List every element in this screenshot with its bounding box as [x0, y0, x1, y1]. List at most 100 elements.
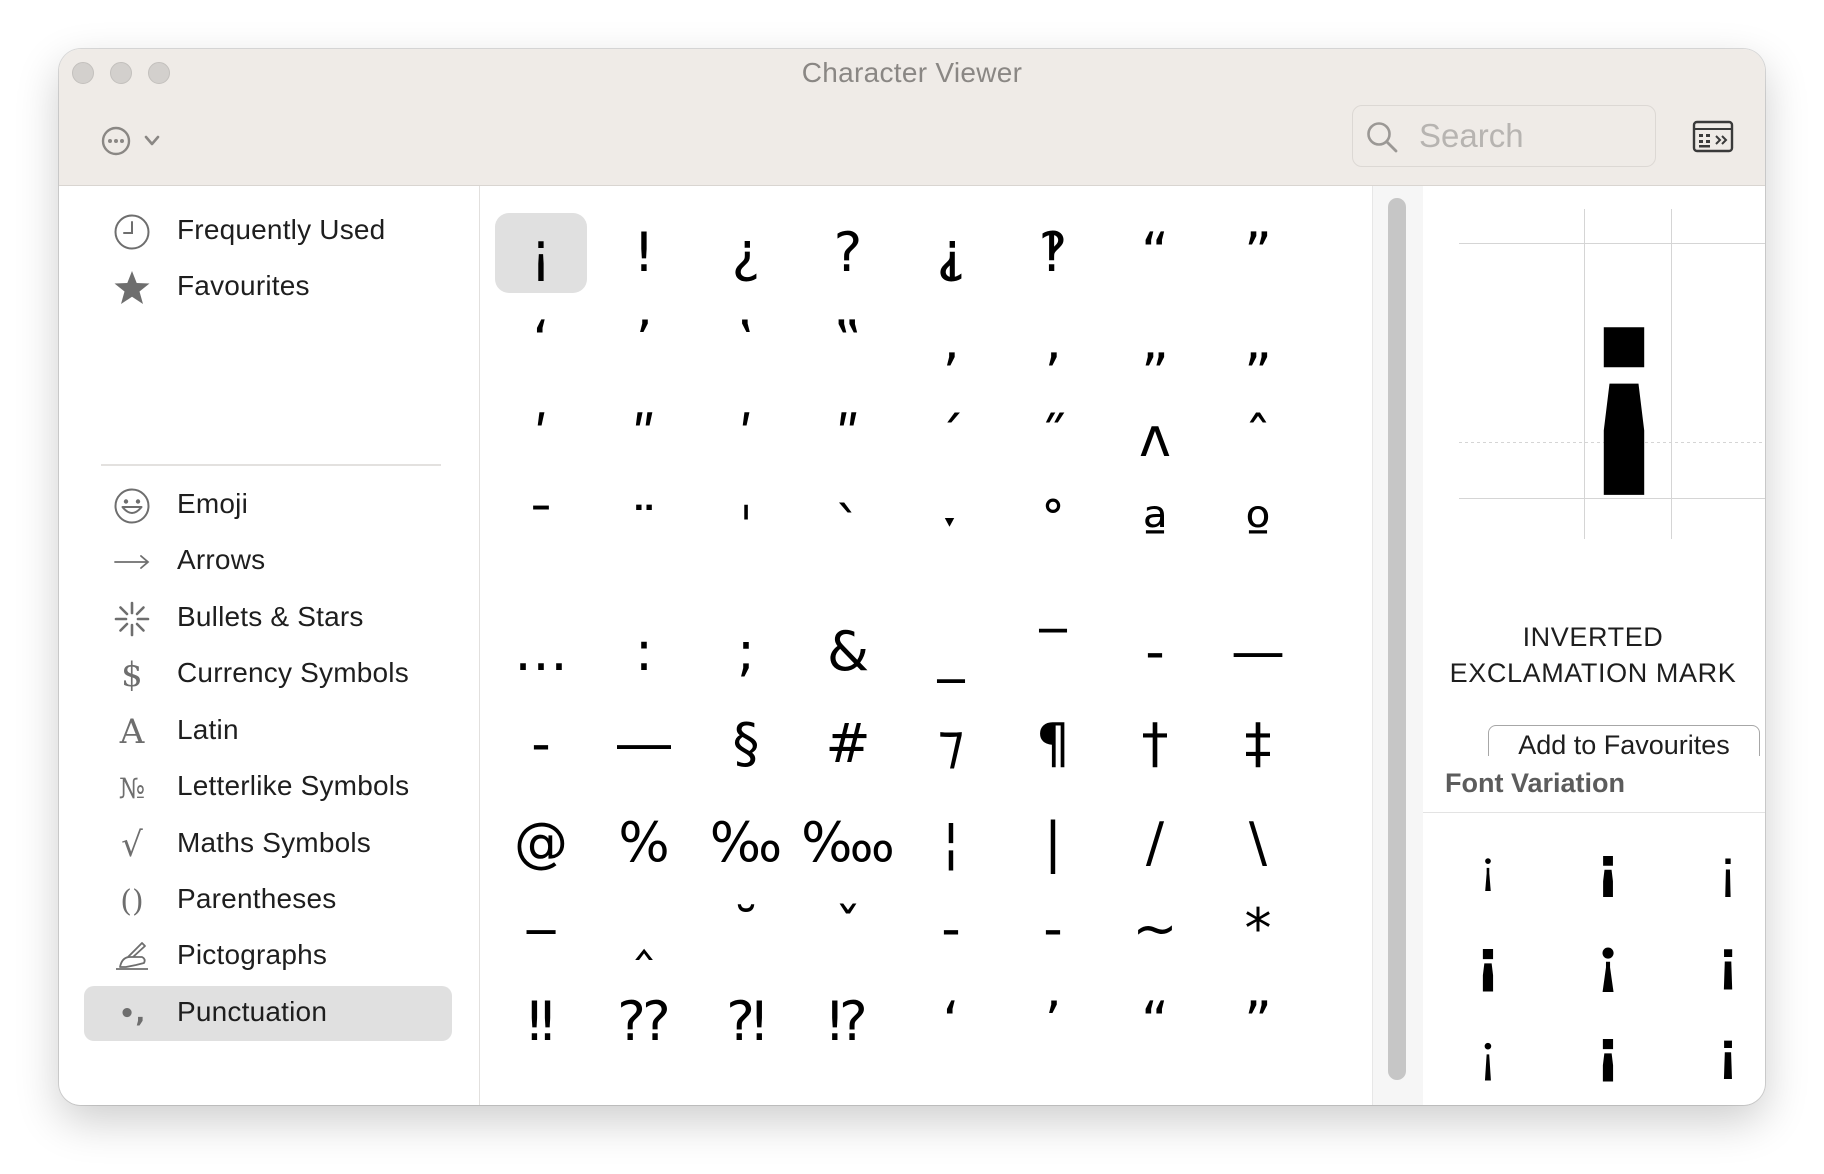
character-cell[interactable]: ‐: [1109, 612, 1201, 692]
character-cell[interactable]: ‰: [700, 803, 792, 883]
character-cell[interactable]: ‾: [1007, 612, 1099, 692]
character-cell[interactable]: @: [495, 803, 587, 883]
sidebar-item-bullets-stars[interactable]: Bullets & Stars: [84, 591, 452, 646]
font-variation-cell[interactable]: ¡: [1568, 829, 1648, 909]
character-cell[interactable]: ‼: [495, 982, 587, 1062]
character-cell[interactable]: /: [1109, 803, 1201, 883]
character-cell[interactable]: :: [598, 612, 690, 692]
character-cell[interactable]: ‡: [1212, 704, 1304, 784]
sidebar-item-emoji[interactable]: Emoji: [84, 478, 452, 533]
character-cell[interactable]: ⁇: [598, 982, 690, 1062]
character-cell[interactable]: ˚: [1007, 488, 1099, 568]
character-cell[interactable]: `: [802, 488, 894, 568]
character-cell[interactable]: ʌ: [1109, 398, 1201, 478]
character-cell[interactable]: ”: [1212, 213, 1304, 293]
character-cell[interactable]: ⁋: [700, 1091, 792, 1106]
character-cell[interactable]: \: [1212, 803, 1304, 883]
character-cell[interactable]: ⁊: [905, 704, 997, 784]
character-cell[interactable]: ˆ: [1212, 398, 1304, 478]
character-cell[interactable]: ‟: [802, 301, 894, 381]
character-cell[interactable]: ‱: [801, 803, 895, 883]
character-cell[interactable]: ʻ: [905, 982, 997, 1062]
character-cell[interactable]: ‽: [1007, 213, 1099, 293]
character-cell[interactable]: ˈ: [700, 488, 792, 568]
character-cell[interactable]: ‚: [905, 301, 997, 381]
search-field[interactable]: [1352, 105, 1656, 167]
character-cell[interactable]: ”: [1212, 982, 1304, 1062]
sidebar-item-arrows[interactable]: Arrows: [84, 534, 452, 589]
grid-scrollbar[interactable]: [1372, 186, 1424, 1105]
sidebar-item-latin[interactable]: A Latin: [84, 704, 452, 759]
font-variation-cell[interactable]: ¡: [1448, 1011, 1528, 1091]
character-cell[interactable]: ―: [598, 704, 690, 784]
font-variation-cell[interactable]: ¡: [1448, 829, 1528, 909]
character-cell[interactable]: ʺ: [598, 398, 690, 478]
character-cell[interactable]: §: [700, 704, 792, 784]
character-cell[interactable]: …: [495, 612, 587, 692]
sidebar-item-letterlike-symbols[interactable]: № Letterlike Symbols: [84, 760, 452, 815]
character-cell[interactable]: ˘: [700, 889, 792, 969]
character-cell[interactable]: _: [905, 612, 997, 692]
character-cell[interactable]: ˝: [1007, 398, 1099, 478]
character-cell[interactable]: #: [802, 704, 894, 784]
character-cell[interactable]: ’: [598, 301, 690, 381]
character-cell[interactable]: ⁈: [700, 982, 792, 1062]
character-cell[interactable]: ª: [1109, 488, 1201, 568]
character-cell[interactable]: ‛: [700, 301, 792, 381]
character-cell[interactable]: ❢: [495, 1091, 587, 1106]
character-cell[interactable]: ¦: [905, 803, 997, 883]
character-cell[interactable]: ?: [802, 213, 894, 293]
character-cell[interactable]: ;: [700, 612, 792, 692]
font-variation-cell[interactable]: ¡: [1688, 921, 1765, 1001]
font-variation-cell[interactable]: ¡: [1568, 1011, 1648, 1091]
character-cell[interactable]: ‚: [1007, 301, 1099, 381]
action-menu-button[interactable]: [98, 121, 168, 161]
sidebar-item-pictographs[interactable]: Pictographs: [84, 929, 452, 984]
character-cell[interactable]: “: [1109, 982, 1201, 1062]
character-cell[interactable]: ⸘: [905, 213, 997, 293]
character-cell[interactable]: ¡: [495, 213, 587, 293]
character-cell[interactable]: ❣: [598, 1091, 690, 1106]
grid-scrollbar-thumb[interactable]: [1388, 198, 1406, 1080]
character-cell[interactable]: „: [1109, 301, 1201, 381]
character-cell[interactable]: ‑: [495, 704, 587, 784]
character-cell[interactable]: ‐: [905, 889, 997, 969]
character-cell[interactable]: ʼ: [1007, 982, 1099, 1062]
sidebar-item-maths-symbols[interactable]: √ Maths Symbols: [84, 817, 452, 872]
character-cell[interactable]: ¶: [1007, 704, 1099, 784]
character-cell[interactable]: %: [598, 803, 690, 883]
character-cell[interactable]: †: [1109, 704, 1201, 784]
character-cell[interactable]: |: [1007, 803, 1099, 883]
character-cell[interactable]: ‑: [1007, 889, 1099, 969]
character-cell[interactable]: ¨: [598, 488, 690, 568]
character-cell[interactable]: ʹ: [495, 398, 587, 478]
character-cell[interactable]: ¿: [700, 213, 792, 293]
character-cell[interactable]: ˇ: [802, 889, 894, 969]
character-cell[interactable]: ‸: [598, 889, 690, 969]
character-cell[interactable]: ‘: [495, 301, 587, 381]
sidebar-item-favourites[interactable]: Favourites: [84, 260, 452, 315]
character-cell[interactable]: º: [1212, 488, 1304, 568]
character-cell[interactable]: „: [1212, 301, 1304, 381]
character-cell[interactable]: ˊ: [905, 398, 997, 478]
sidebar-item-punctuation[interactable]: •, Punctuation: [84, 986, 452, 1041]
character-cell[interactable]: ʹ: [700, 398, 792, 478]
sidebar-item-currency-symbols[interactable]: $ Currency Symbols: [84, 647, 452, 702]
font-variation-cell[interactable]: ¡: [1688, 1011, 1765, 1091]
sidebar-item-parentheses[interactable]: () Parentheses: [84, 873, 452, 928]
character-cell[interactable]: ʺ: [802, 398, 894, 478]
font-variation-cell[interactable]: ¡: [1568, 921, 1648, 1001]
character-cell[interactable]: —: [1212, 612, 1304, 692]
sidebar-item-frequently-used[interactable]: Frequently Used: [84, 204, 452, 259]
character-cell[interactable]: ˑ: [905, 488, 997, 568]
character-cell[interactable]: !: [598, 213, 690, 293]
character-cell[interactable]: “: [1109, 213, 1201, 293]
character-cell[interactable]: ˉ: [495, 488, 587, 568]
character-cell[interactable]: ~: [1109, 889, 1201, 969]
keyboard-viewer-button[interactable]: [1692, 119, 1734, 155]
character-cell[interactable]: ⁉: [802, 982, 894, 1062]
search-input[interactable]: [1419, 116, 1639, 156]
font-variation-cell[interactable]: ¡: [1448, 921, 1528, 1001]
character-cell[interactable]: ‒: [495, 889, 587, 969]
font-variation-cell[interactable]: ¡: [1688, 829, 1765, 909]
